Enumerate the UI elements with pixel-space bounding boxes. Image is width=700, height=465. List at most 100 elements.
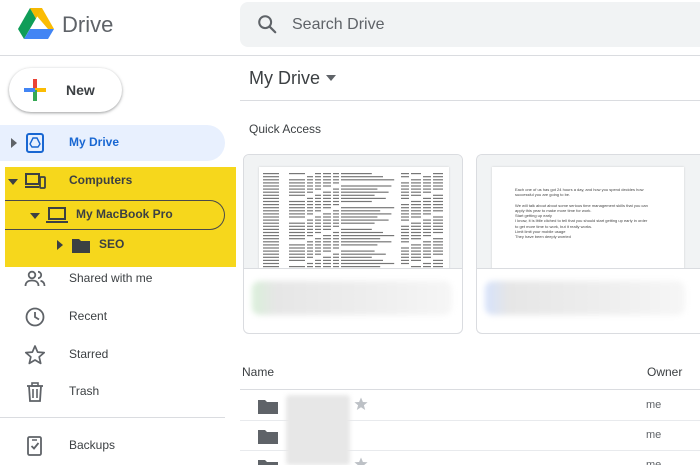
sheet-cell (423, 225, 431, 227)
sheet-cell (401, 176, 409, 178)
sheet-cell (333, 244, 339, 246)
sheet-cell (315, 188, 321, 190)
sheet-cell (341, 188, 378, 190)
sheet-cell (433, 182, 443, 184)
sidebar-item-trash[interactable]: Trash (0, 374, 225, 410)
sheet-cell (433, 200, 443, 203)
doc-line: They have been deeply worried (515, 234, 571, 240)
sheet-cell (273, 219, 279, 221)
search-input[interactable] (292, 2, 672, 47)
sheet-cell (401, 228, 409, 230)
sheet-cell (315, 228, 321, 230)
sheet-cell (341, 176, 383, 178)
sheet-cell (423, 231, 431, 234)
sheet-cell (433, 228, 443, 230)
sheet-cell (307, 219, 313, 221)
caret-down-icon[interactable] (30, 212, 40, 220)
sheet-cell (423, 219, 431, 221)
sheet-cell (289, 250, 305, 252)
sheet-cell (263, 182, 273, 184)
caret-right-icon[interactable] (56, 240, 64, 250)
sheet-cell (273, 216, 279, 218)
sheet-cell (401, 235, 409, 237)
sheet-cell (289, 228, 305, 230)
plus-icon (24, 79, 46, 101)
caret-right-icon[interactable] (10, 138, 18, 148)
quick-access-card-document[interactable]: Each one of us has got 24 hours a day, a… (476, 154, 700, 334)
sheet-cell (411, 228, 421, 230)
sheet-cell (423, 185, 431, 187)
sheet-cell (289, 185, 305, 187)
sheet-cell (289, 216, 305, 218)
sheet-cell (273, 228, 279, 230)
sidebar-item-my-drive[interactable]: My Drive (0, 125, 225, 161)
sheet-cell (411, 188, 421, 190)
sheet-cell (341, 266, 381, 268)
card-title-blurred (485, 281, 685, 315)
sheet-cell (401, 185, 409, 187)
sheet-cell (323, 197, 331, 199)
sheet-cell (433, 266, 443, 268)
search-bar[interactable] (240, 2, 700, 47)
sheet-cell (315, 200, 321, 203)
sheet-cell (315, 238, 321, 240)
sheet-cell (273, 262, 279, 265)
sidebar-item-computers[interactable]: Computers (0, 163, 225, 199)
sheet-cell (263, 194, 273, 196)
sheet-cell (333, 219, 339, 221)
column-header-name[interactable]: Name (242, 365, 274, 379)
sheet-cell (263, 241, 273, 243)
search-icon[interactable] (256, 13, 278, 35)
sheet-cell (315, 219, 321, 221)
sheet-cell (333, 176, 339, 178)
sheet-cell (411, 179, 421, 181)
sheet-cell (341, 210, 381, 212)
sheet-cell (263, 231, 273, 234)
caret-down-icon[interactable] (8, 178, 18, 186)
sidebar-item-label: Starred (69, 347, 109, 361)
sheet-cell (423, 179, 431, 181)
sheet-cell (341, 197, 386, 199)
sheet-cell (289, 182, 305, 184)
sheet-cell (289, 191, 305, 193)
folder-icon (258, 400, 278, 414)
sheet-cell (307, 210, 313, 212)
sheet-cell (323, 207, 331, 209)
sheet-cell (433, 253, 443, 255)
sheet-cell (333, 231, 339, 234)
new-button[interactable]: New (9, 68, 122, 112)
sheet-cell (323, 225, 331, 227)
sheet-cell (423, 244, 431, 246)
sheet-cell (423, 197, 431, 199)
sheet-cell (433, 194, 443, 196)
sheet-cell (273, 266, 279, 268)
sheet-cell (323, 262, 331, 265)
sidebar-item-starred[interactable]: Starred (0, 337, 225, 373)
sheet-cell (411, 259, 421, 261)
sheet-cell (411, 194, 421, 196)
folder-icon (258, 430, 278, 444)
sheet-cell (433, 185, 443, 187)
sheet-cell (433, 204, 443, 206)
sheet-cell (401, 194, 409, 196)
sheet-cell (341, 213, 392, 215)
sheet-cell (411, 256, 421, 258)
sheet-cell (263, 259, 273, 261)
sidebar-item-backups[interactable]: Backups (0, 428, 225, 464)
drive-logo-icon[interactable] (18, 8, 54, 40)
sheet-cell (323, 250, 331, 252)
sheet-cell (273, 225, 279, 227)
sheet-cell (315, 197, 321, 199)
quick-access-card-spreadsheet[interactable] (243, 154, 463, 334)
page-title[interactable]: My Drive (249, 68, 320, 89)
sheet-cell (307, 222, 313, 224)
sheet-cell (341, 235, 395, 237)
chevron-down-icon[interactable] (326, 75, 336, 81)
sheet-cell (411, 231, 421, 234)
sheet-cell (323, 238, 331, 240)
sidebar-item-recent[interactable]: Recent (0, 299, 225, 335)
sidebar-item-shared-with-me[interactable]: Shared with me (0, 261, 225, 297)
sidebar-item-seo[interactable]: SEO (0, 227, 225, 263)
owner-cell: me (646, 429, 662, 441)
sheet-cell (307, 250, 313, 252)
